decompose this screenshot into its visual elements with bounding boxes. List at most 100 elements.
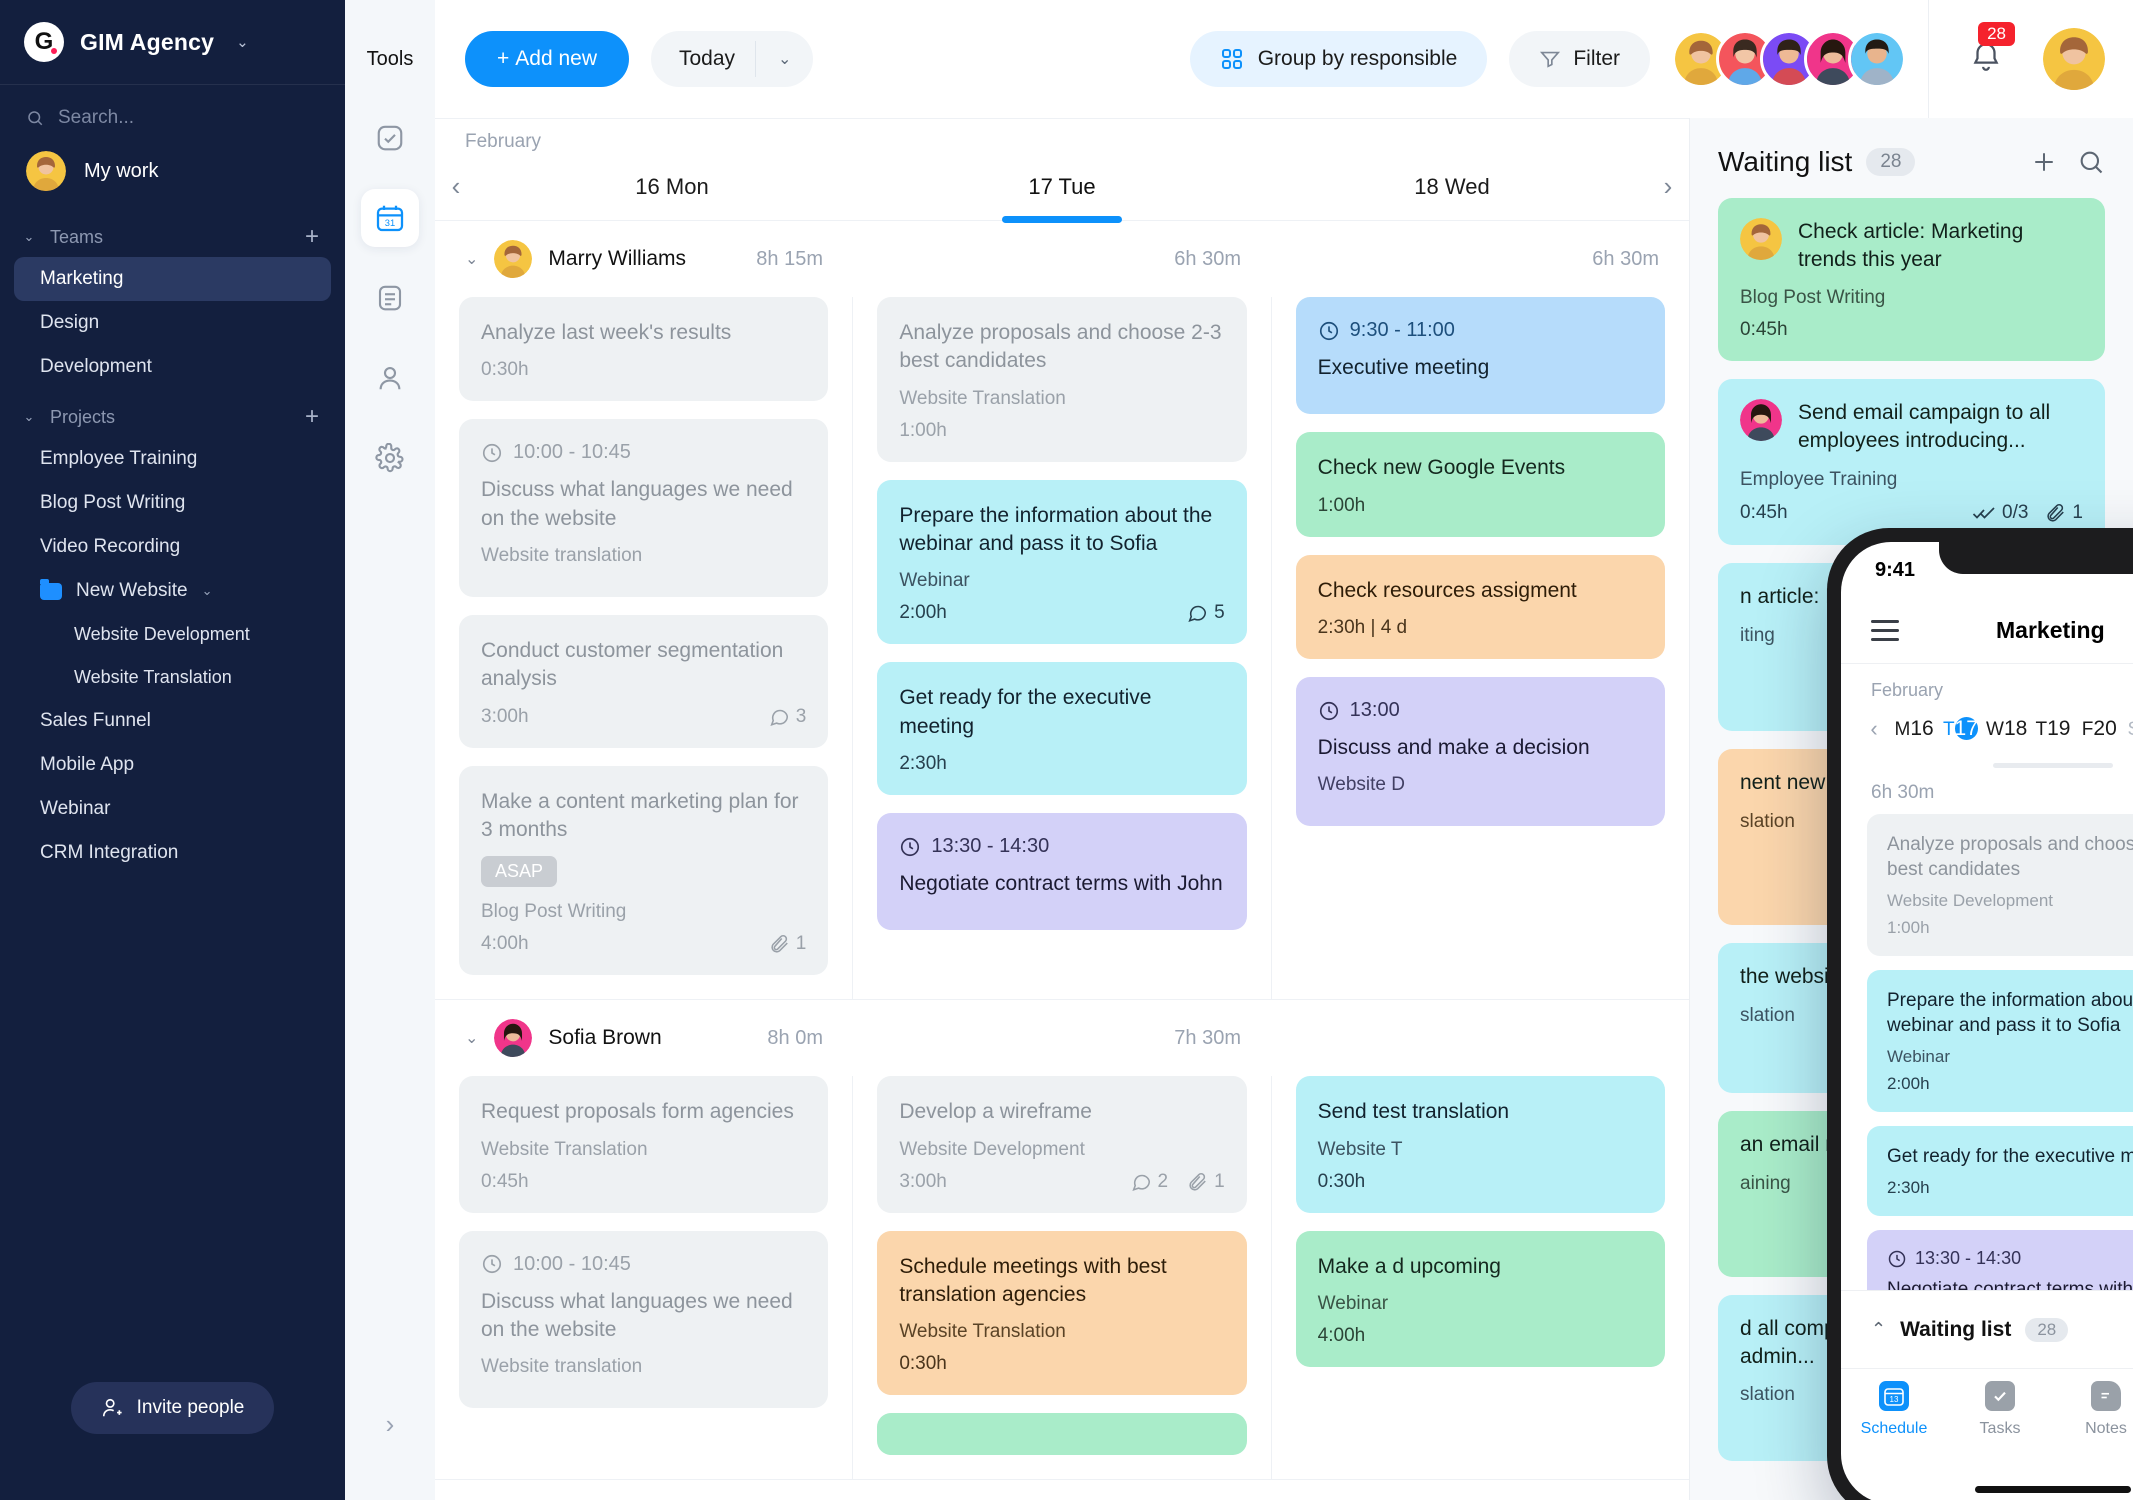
- sidebar-item-mobile-app[interactable]: Mobile App: [14, 743, 331, 787]
- task-card[interactable]: Check resources assigment 2:30h | 4 d: [1295, 554, 1665, 660]
- add-new-button[interactable]: + Add new: [465, 31, 629, 87]
- phone-day-16[interactable]: M16: [1891, 705, 1937, 753]
- phone-task-card[interactable]: Analyze proposals and choose 2-3 best ca…: [1867, 814, 2133, 957]
- task-card[interactable]: 13:00 Discuss and make a decision Websit…: [1295, 677, 1665, 827]
- waiting-card[interactable]: Send email campaign to all employees int…: [1718, 379, 2105, 545]
- chevron-up-icon[interactable]: ⌃: [1871, 1319, 1886, 1340]
- phone-task-card[interactable]: Get ready for the executive meeting 2:30…: [1867, 1126, 2133, 1217]
- tool-tasks-button[interactable]: [361, 109, 419, 167]
- task-card[interactable]: Prepare the information about the webina…: [877, 479, 1247, 645]
- task-card[interactable]: Analyze proposals and choose 2-3 best ca…: [877, 297, 1247, 462]
- add-team-button[interactable]: +: [305, 225, 319, 249]
- task-card[interactable]: 9:30 - 11:00 Executive meeting: [1295, 297, 1665, 415]
- task-card[interactable]: Check new Google Events 1:00h: [1295, 432, 1665, 537]
- task-card[interactable]: Request proposals form agencies Website …: [459, 1076, 829, 1213]
- tool-notes-button[interactable]: [361, 269, 419, 327]
- add-project-button[interactable]: +: [305, 405, 319, 429]
- phone-day-21[interactable]: S21: [2122, 705, 2133, 753]
- task-card[interactable]: Make a d upcoming Webinar 4:00h: [1295, 1230, 1665, 1368]
- chevron-down-icon[interactable]: ⌄: [465, 1028, 478, 1048]
- task-card[interactable]: [877, 1413, 1247, 1456]
- search-input[interactable]: Search...: [0, 85, 345, 139]
- sidebar-item-website-translation[interactable]: Website Translation: [14, 656, 331, 699]
- notifications-button[interactable]: 28: [1951, 21, 2021, 79]
- current-user-avatar[interactable]: [2043, 28, 2105, 90]
- group-by-responsible-button[interactable]: Group by responsible: [1189, 31, 1488, 87]
- tool-people-button[interactable]: [361, 349, 419, 407]
- projects-section-header[interactable]: ⌄ Projects +: [0, 389, 345, 437]
- filter-button[interactable]: Filter: [1509, 31, 1650, 87]
- task-card[interactable]: Get ready for the executive meeting 2:30…: [877, 662, 1247, 796]
- menu-icon[interactable]: [1871, 620, 1899, 641]
- plus-icon[interactable]: [2029, 147, 2059, 177]
- clock-icon: [1888, 1250, 1906, 1268]
- sidebar-item-new-website[interactable]: New Website ⌄: [14, 569, 331, 613]
- chevron-down-icon[interactable]: ⌄: [465, 249, 478, 269]
- day-header-18-wed[interactable]: 18 Wed: [1257, 153, 1647, 220]
- sidebar-item-marketing[interactable]: Marketing: [14, 257, 331, 301]
- main-area: + Add new Today ⌄ Group by responsible F…: [435, 0, 2133, 1500]
- person-header-cell: 6h 30m: [853, 221, 1271, 297]
- phone-task-project: Webinar: [1887, 1047, 1950, 1067]
- waiting-card[interactable]: Check article: Marketing trends this yea…: [1718, 198, 2105, 362]
- tool-calendar-button[interactable]: 31: [361, 189, 419, 247]
- sidebar-item-development[interactable]: Development: [14, 345, 331, 389]
- expand-rail-button[interactable]: ›: [345, 1409, 435, 1440]
- phone-prev-week-button[interactable]: ‹: [1857, 716, 1891, 742]
- chevron-down-icon[interactable]: ⌄: [236, 33, 249, 51]
- sidebar-item-blog-post-writing[interactable]: Blog Post Writing: [14, 481, 331, 525]
- chevron-down-icon[interactable]: ⌄: [20, 229, 38, 245]
- task-card[interactable]: 10:00 - 10:45 Discuss what languages we …: [459, 1230, 829, 1409]
- task-card[interactable]: 10:00 - 10:45 Discuss what languages we …: [459, 419, 829, 598]
- phone-task-list[interactable]: Analyze proposals and choose 2-3 best ca…: [1841, 814, 2133, 1290]
- sidebar-item-sales-funnel[interactable]: Sales Funnel: [14, 699, 331, 743]
- person-header-cell[interactable]: ⌄ Sofia Brown 8h 0m: [435, 1000, 853, 1076]
- phone-tab-tasks[interactable]: Tasks: [1947, 1381, 2053, 1474]
- sidebar-item-my-work[interactable]: My work: [0, 139, 345, 209]
- task-duration: 4:00h: [481, 933, 529, 955]
- avatar[interactable]: [1848, 30, 1906, 88]
- day-header-16-mon[interactable]: 16 Mon: [477, 153, 867, 220]
- person-header-cell[interactable]: ⌄ Marry Williams 8h 15m: [435, 221, 853, 297]
- task-card[interactable]: Analyze last week's results 0:30h: [459, 297, 829, 402]
- task-card[interactable]: Schedule meetings with best translation …: [877, 1230, 1247, 1396]
- phone-day-18[interactable]: W18: [1984, 705, 2030, 753]
- phone-day-20[interactable]: F20: [2076, 705, 2122, 753]
- tool-settings-button[interactable]: [361, 429, 419, 487]
- task-card[interactable]: Develop a wireframe Website Development …: [877, 1076, 1247, 1213]
- teams-section-header[interactable]: ⌄ Teams +: [0, 209, 345, 257]
- day-header-17-tue[interactable]: 17 Tue: [867, 153, 1257, 220]
- task-card[interactable]: Conduct customer segmentation analysis 3…: [459, 615, 829, 748]
- sidebar-item-webinar[interactable]: Webinar: [14, 787, 331, 831]
- chevron-down-icon[interactable]: ⌄: [202, 583, 213, 599]
- chevron-down-icon[interactable]: ⌄: [20, 409, 38, 425]
- chevron-down-icon[interactable]: ⌄: [756, 33, 813, 85]
- task-card[interactable]: Send test translation Website T 0:30h: [1295, 1076, 1665, 1213]
- task-title: Prepare the information about the webina…: [899, 503, 1213, 556]
- rows-scroll-area[interactable]: ⌄ Marry Williams 8h 15m 6h 30m 6h 30m An…: [435, 221, 1689, 1500]
- sidebar-item-website-development[interactable]: Website Development: [14, 613, 331, 656]
- today-selector[interactable]: Today ⌄: [651, 31, 814, 87]
- sidebar-item-employee-training[interactable]: Employee Training: [14, 437, 331, 481]
- phone-day-17[interactable]: T17: [1937, 705, 1983, 753]
- prev-day-button[interactable]: ‹: [435, 171, 477, 202]
- phone-task-card[interactable]: 13:30 - 14:30 Negotiate contract terms w…: [1867, 1230, 2133, 1290]
- search-icon[interactable]: [2077, 148, 2105, 176]
- workspace-switcher[interactable]: G GIM Agency ⌄: [0, 0, 345, 85]
- phone-day-19[interactable]: T19: [2030, 705, 2076, 753]
- sidebar-item-video-recording[interactable]: Video Recording: [14, 525, 331, 569]
- next-day-button[interactable]: ›: [1647, 171, 1689, 202]
- search-icon: [28, 111, 43, 126]
- task-card[interactable]: 13:30 - 14:30 Negotiate contract terms w…: [877, 813, 1247, 931]
- task-title: Send test translation: [1317, 1100, 1510, 1124]
- app-root: G GIM Agency ⌄ Search... My work ⌄ Teams…: [0, 0, 2133, 1500]
- sidebar-item-design[interactable]: Design: [14, 301, 331, 345]
- sidebar-item-crm-integration[interactable]: CRM Integration: [14, 831, 331, 875]
- phone-task-card[interactable]: Prepare the information about the webina…: [1867, 970, 2133, 1113]
- phone-tab-schedule[interactable]: 13 Schedule: [1841, 1381, 1947, 1474]
- task-card[interactable]: Make a content marketing plan for 3 mont…: [459, 765, 829, 976]
- phone-tab-notes[interactable]: Notes: [2053, 1381, 2133, 1474]
- phone-waiting-list-bar[interactable]: ⌃ Waiting list 28 +: [1841, 1290, 2133, 1368]
- member-avatars[interactable]: [1672, 30, 1906, 88]
- invite-people-button[interactable]: Invite people: [70, 1382, 275, 1434]
